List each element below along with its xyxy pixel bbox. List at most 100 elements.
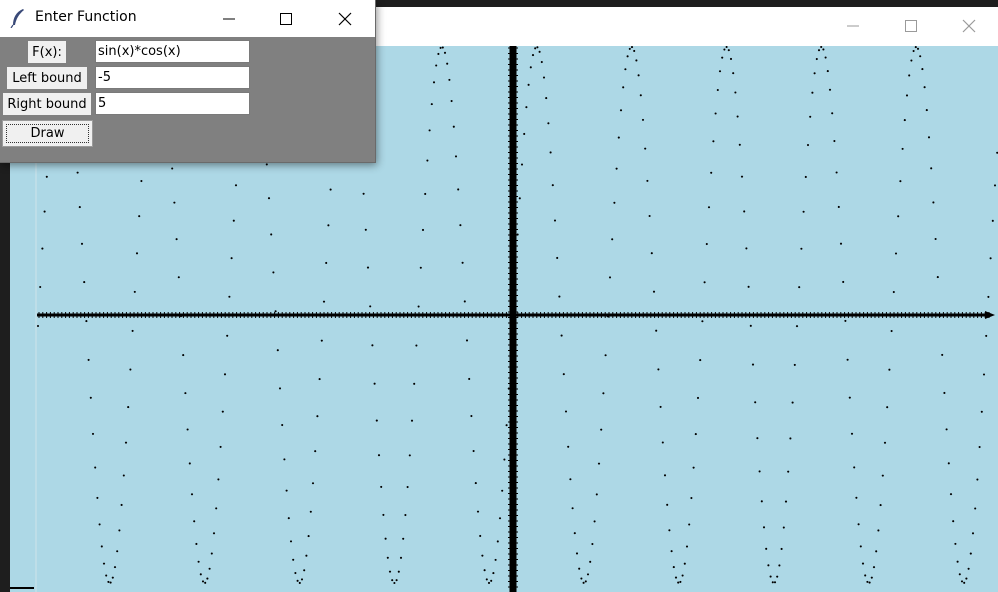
plot-point	[611, 238, 614, 241]
plot-point	[586, 573, 590, 576]
plot-point	[303, 569, 306, 572]
enter-function-dialog: Enter Function F(x): Left bound Right bo…	[0, 0, 375, 162]
plot-point	[179, 315, 183, 318]
plot-point	[567, 445, 570, 448]
function-input[interactable]	[95, 40, 250, 63]
plot-point	[562, 373, 565, 376]
minimize-icon	[847, 25, 859, 27]
plot-point	[287, 517, 290, 520]
plot-point	[490, 579, 493, 582]
minimize-icon	[222, 18, 235, 19]
plot-point	[540, 60, 543, 64]
plot-point	[685, 545, 689, 548]
plot-point	[861, 562, 865, 565]
plot-point	[41, 247, 44, 250]
plot-point	[516, 233, 519, 236]
plot-point	[817, 49, 821, 52]
plot-point	[127, 406, 130, 409]
plot-point	[426, 159, 429, 162]
plot-point	[985, 334, 988, 337]
plot-point	[828, 88, 832, 91]
plot-point	[494, 558, 497, 561]
plot-point	[694, 433, 697, 436]
plot-point	[956, 560, 959, 563]
plot-point	[399, 556, 403, 559]
plot-point	[947, 462, 950, 465]
plot-point	[195, 542, 198, 546]
plot-point	[542, 76, 546, 79]
plot-point	[461, 261, 464, 264]
plot-point	[219, 445, 222, 448]
plot-point	[912, 49, 915, 53]
plot-point	[857, 523, 860, 526]
plot-point	[745, 247, 748, 250]
plot-point	[36, 324, 40, 328]
plot-point	[734, 91, 737, 94]
plot-point	[945, 428, 948, 431]
dialog-minimize-button[interactable]	[200, 0, 257, 37]
right-bound-input[interactable]	[95, 92, 250, 115]
plot-point	[916, 47, 920, 50]
plot-point	[639, 94, 642, 97]
dialog-maximize-button[interactable]	[257, 0, 314, 37]
plot-point	[727, 49, 730, 52]
plot-point	[505, 424, 508, 427]
plot-point	[553, 219, 557, 222]
main-maximize-button[interactable]	[882, 7, 940, 45]
plot-point	[670, 550, 673, 553]
plot-point	[558, 295, 561, 298]
plot-point	[518, 197, 521, 200]
plot-point	[692, 466, 695, 469]
plot-point	[980, 410, 983, 413]
plot-point	[450, 99, 453, 103]
plot-point	[831, 112, 834, 115]
plot-point	[723, 48, 726, 51]
plot-point	[536, 46, 539, 49]
plot-point	[463, 300, 466, 303]
plot-point	[274, 310, 277, 313]
plot-point	[958, 573, 961, 576]
plot-point	[217, 478, 220, 481]
plot-point	[793, 363, 796, 366]
plot-point	[892, 290, 895, 294]
plot-point	[710, 171, 713, 174]
main-minimize-button[interactable]	[824, 7, 882, 45]
plot-point	[971, 532, 975, 535]
plot-point	[732, 72, 735, 75]
plot-point	[311, 482, 315, 485]
plot-point	[386, 556, 389, 559]
plot-point	[496, 540, 499, 543]
plot-point	[646, 179, 649, 182]
plot-point	[795, 325, 799, 328]
plot-point	[798, 286, 801, 289]
plot-point	[672, 566, 675, 569]
main-close-button[interactable]	[940, 7, 998, 45]
plot-point	[822, 48, 825, 51]
plot-point	[413, 382, 416, 385]
plot-point	[712, 140, 715, 143]
plot-point	[663, 474, 667, 477]
plot-point	[771, 581, 774, 584]
plot-point	[89, 396, 92, 399]
plot-point	[118, 529, 121, 532]
plot-point	[679, 580, 682, 583]
dialog-close-button[interactable]	[314, 0, 375, 37]
plot-point	[113, 566, 117, 569]
left-bound-input[interactable]	[95, 66, 250, 89]
plot-point	[701, 320, 704, 323]
plot-point	[930, 167, 933, 170]
plot-point	[375, 419, 378, 422]
plot-point	[448, 78, 451, 81]
close-icon	[962, 19, 976, 33]
plot-point	[908, 74, 911, 77]
plot-point	[776, 575, 779, 578]
plot-point	[85, 320, 88, 323]
plot-point	[201, 580, 205, 583]
plot-point	[39, 285, 42, 289]
draw-button[interactable]: Draw	[2, 120, 93, 147]
plot-point	[428, 129, 431, 132]
plot-point	[182, 354, 185, 357]
plot-point	[523, 132, 526, 135]
plot-point	[309, 510, 312, 513]
plot-point	[479, 534, 482, 538]
